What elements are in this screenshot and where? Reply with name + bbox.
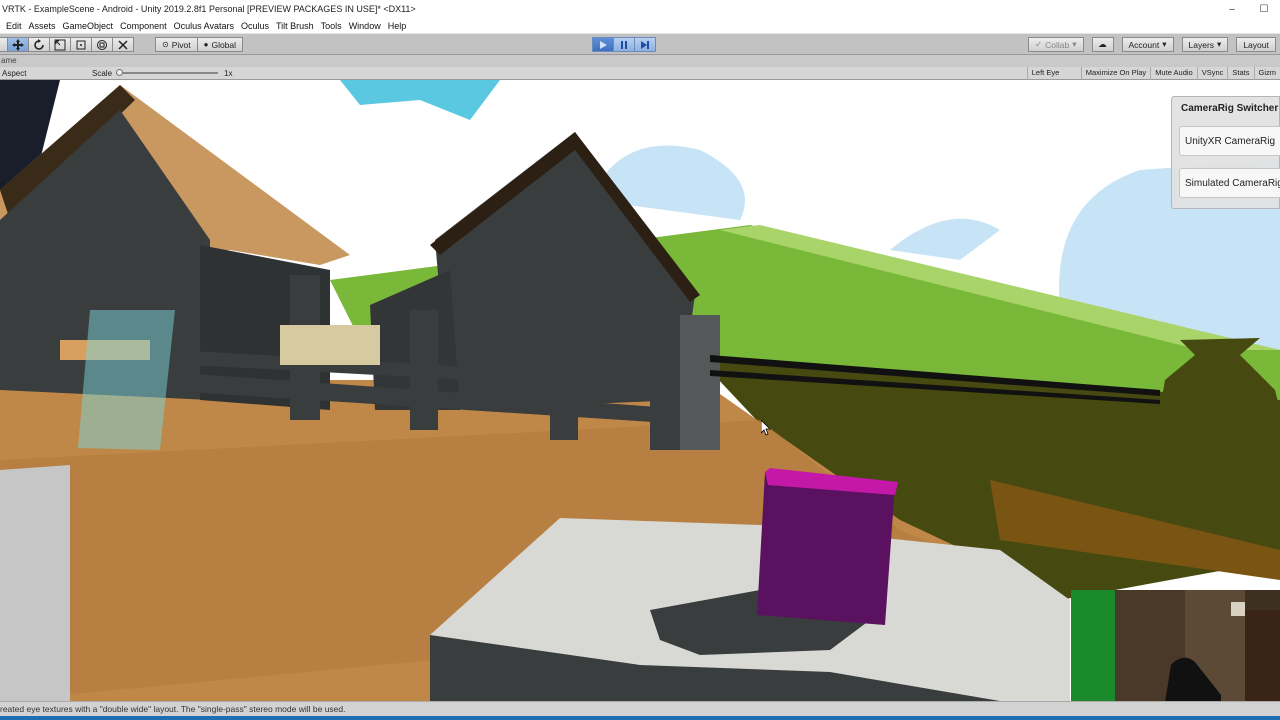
pivot-group: ⊙ Pivot ● Global (155, 37, 244, 52)
menu-tilt-brush[interactable]: Tilt Brush (274, 21, 319, 31)
scale-tool-button[interactable] (49, 37, 71, 52)
menu-bar: Edit Assets GameObject Component Oculus … (0, 18, 1280, 34)
play-icon (600, 40, 607, 49)
rotate-tool-button[interactable] (28, 37, 50, 52)
scale-value: 1x (224, 68, 233, 78)
game-viewport[interactable]: CameraRig Switcher UnityXR CameraRig Sim… (0, 80, 1280, 701)
unityxr-camerarig-button[interactable]: UnityXR CameraRig (1179, 126, 1280, 156)
global-label: Global (211, 39, 237, 50)
pivot-label: Pivot (171, 39, 191, 50)
scale-slider-knob[interactable] (116, 69, 124, 76)
check-icon: ✓ (1035, 39, 1043, 49)
scale-label: Scale (92, 68, 113, 78)
move-icon (12, 38, 24, 51)
game-view-tab-strip: ame (0, 55, 1280, 67)
menu-help[interactable]: Help (386, 21, 412, 31)
rotate-icon (34, 38, 44, 50)
window-title: VRTK - ExampleScene - Android - Unity 20… (2, 4, 416, 14)
simulated-camerarig-button[interactable]: Simulated CameraRig (1179, 168, 1280, 198)
menu-edit[interactable]: Edit (4, 21, 27, 31)
hologram (78, 310, 175, 450)
cloud-icon: ☁ (1098, 39, 1107, 49)
gizmos-dropdown[interactable]: Gizm (1253, 67, 1280, 80)
chevron-down-icon: ▾ (1072, 39, 1077, 49)
layers-dropdown[interactable]: Layers ▾ (1181, 37, 1229, 52)
layout-dropdown[interactable]: Layout (1236, 37, 1276, 52)
maximize-on-play-toggle[interactable]: Maximize On Play (1080, 67, 1150, 80)
menu-assets[interactable]: Assets (27, 21, 61, 31)
tools-icon (118, 39, 128, 50)
webcam-overlay (1071, 590, 1280, 701)
menu-oculus-avatars[interactable]: Oculus Avatars (172, 21, 239, 31)
menu-oculus[interactable]: Oculus (239, 21, 274, 31)
game-tab[interactable]: ame (0, 56, 17, 65)
window-controls: – ☐ (1216, 0, 1280, 18)
layout-label: Layout (1243, 39, 1269, 50)
minimize-button[interactable]: – (1216, 0, 1248, 18)
picture-frame (1231, 602, 1245, 616)
eye-dropdown[interactable]: Left Eye (1026, 67, 1081, 80)
maximize-button[interactable]: ☐ (1248, 0, 1280, 18)
stats-toggle[interactable]: Stats (1227, 67, 1253, 80)
status-bar: reated eye textures with a "double wide"… (0, 701, 1280, 716)
switcher-title: CameraRig Switcher (1181, 103, 1279, 114)
aspect-dropdown[interactable]: Aspect (0, 69, 92, 78)
title-bar: VRTK - ExampleScene - Android - Unity 20… (0, 0, 1280, 18)
camerarig-switcher-panel: CameraRig Switcher UnityXR CameraRig Sim… (1171, 96, 1280, 209)
game-view-toolbar: Aspect Scale 1x Left Eye Maximize On Pla… (0, 67, 1280, 80)
webcam-feed (1071, 590, 1280, 701)
custom-tool-button[interactable] (112, 37, 134, 52)
play-button[interactable] (592, 37, 614, 52)
chevron-down-icon: ▾ (1217, 39, 1222, 49)
collab-dropdown[interactable]: ✓ Collab ▾ (1028, 37, 1084, 52)
chevron-down-icon: ▾ (1162, 39, 1167, 49)
barn-window (280, 325, 380, 365)
pivot-icon: ⊙ (162, 40, 169, 49)
game-view-options: Left Eye Maximize On Play Mute Audio VSy… (1026, 67, 1280, 80)
layers-label: Layers (1188, 39, 1215, 50)
mute-audio-toggle[interactable]: Mute Audio (1150, 67, 1197, 80)
status-message[interactable]: reated eye textures with a "double wide"… (0, 704, 346, 714)
pivot-toggle[interactable]: ⊙ Pivot (155, 37, 198, 52)
taskbar (0, 716, 1280, 720)
transform-tools (0, 37, 134, 52)
transform-tool-button[interactable] (91, 37, 113, 52)
cube (757, 472, 895, 625)
scale-icon (54, 39, 66, 50)
pause-icon (621, 40, 627, 49)
scale-slider[interactable] (116, 69, 219, 76)
gray-block (0, 465, 70, 701)
account-label: Account (1128, 39, 1160, 50)
cloud-button[interactable]: ☁ (1091, 37, 1114, 52)
move-tool-button[interactable] (7, 37, 29, 52)
vsync-toggle[interactable]: VSync (1196, 67, 1228, 80)
global-toggle[interactable]: ● Global (196, 37, 244, 52)
bookshelf (1245, 610, 1280, 701)
pause-button[interactable] (613, 37, 635, 52)
menu-gameobject[interactable]: GameObject (61, 21, 119, 31)
menu-component[interactable]: Component (118, 21, 172, 31)
fence-post (410, 310, 438, 430)
mouse-cursor-icon (761, 420, 771, 436)
menu-window[interactable]: Window (347, 21, 386, 31)
collab-label: Collab (1045, 39, 1070, 50)
transform-icon (97, 39, 107, 50)
main-toolbar: ⊙ Pivot ● Global ✓ Collab ▾ ☁ Account ▾ (0, 34, 1280, 55)
rect-icon (76, 40, 86, 49)
step-icon (641, 40, 649, 49)
globe-icon: ● (203, 40, 209, 49)
step-button[interactable] (634, 37, 656, 52)
play-controls (592, 37, 656, 52)
rect-tool-button[interactable] (70, 37, 92, 52)
account-dropdown[interactable]: Account ▾ (1121, 37, 1174, 52)
green-screen (1071, 590, 1115, 701)
fence-mesh (680, 315, 720, 450)
menu-tools[interactable]: Tools (319, 21, 347, 31)
right-toolbar: ✓ Collab ▾ ☁ Account ▾ Layers ▾ Layout (1028, 37, 1276, 52)
fence-post (550, 320, 578, 440)
